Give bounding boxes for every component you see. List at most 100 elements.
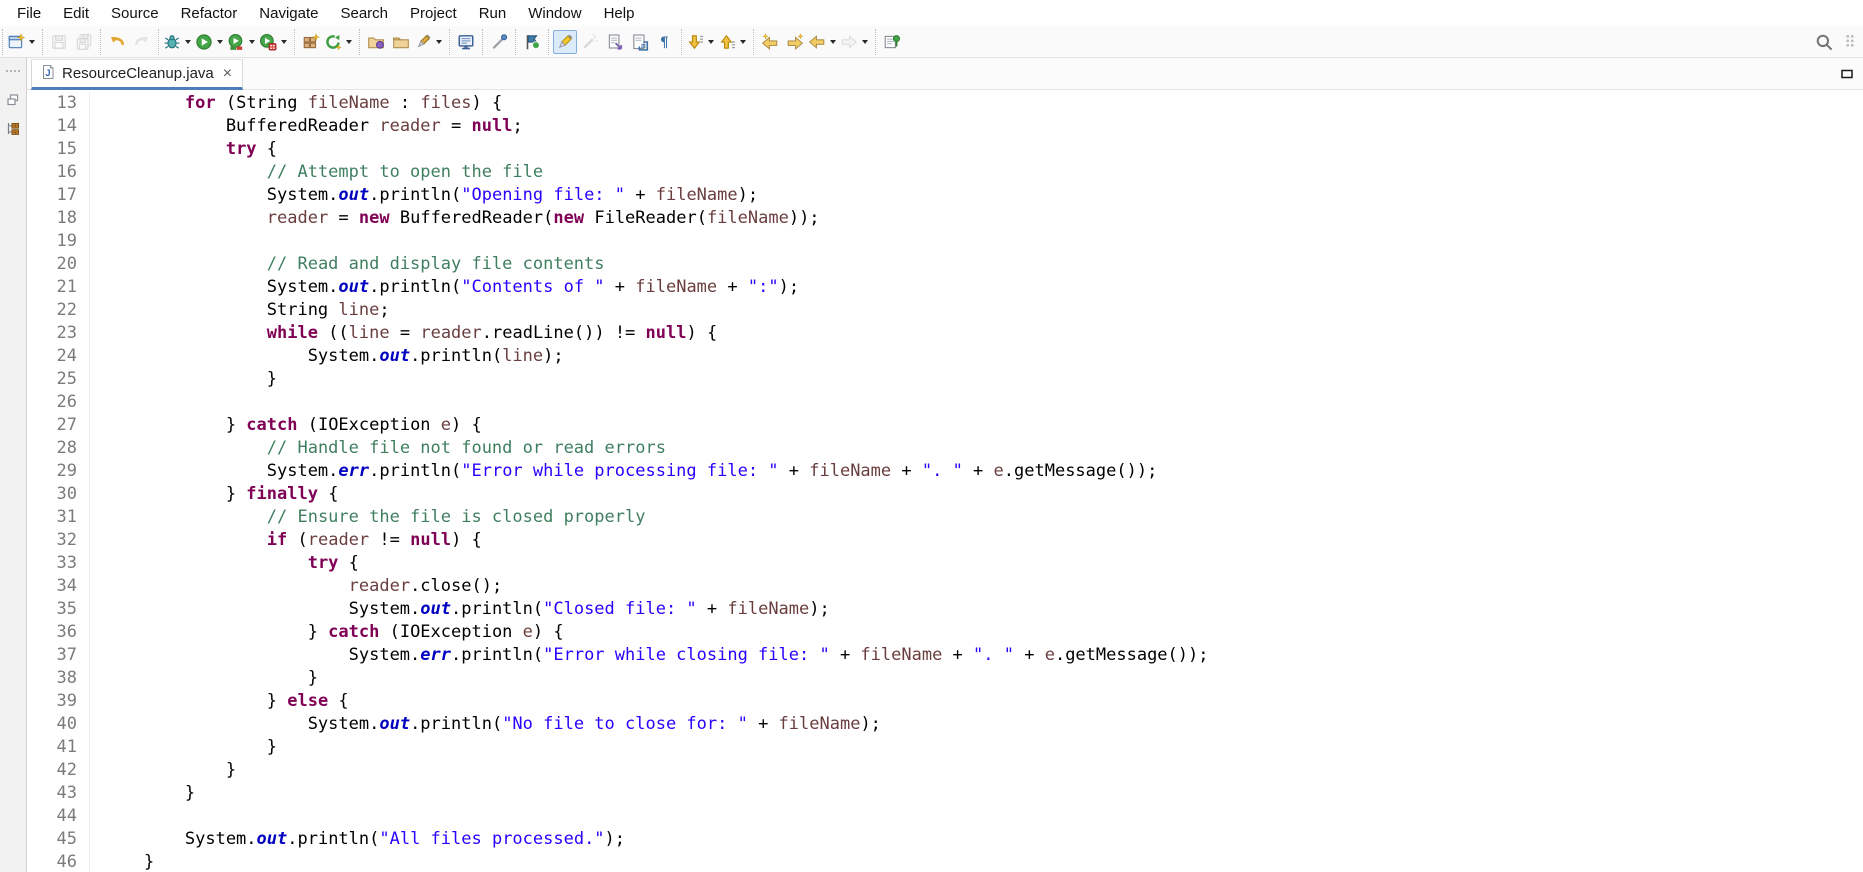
line-number[interactable]: 38 [27, 667, 90, 690]
undo-button[interactable] [105, 30, 129, 54]
restore-view-button[interactable] [3, 90, 23, 110]
line-number[interactable]: 22 [27, 299, 90, 322]
code-line[interactable]: 32 if (reader != null) { [27, 529, 1863, 552]
code-line[interactable]: 19 [27, 230, 1863, 253]
code-line[interactable]: 39 } else { [27, 690, 1863, 713]
code-line[interactable]: 16 // Attempt to open the file [27, 161, 1863, 184]
external-tools-button[interactable] [414, 30, 445, 54]
code-line[interactable]: 44 [27, 805, 1863, 828]
tab-resourcecleanup-java[interactable]: J ResourceCleanup.java × [31, 59, 244, 90]
line-number[interactable]: 45 [27, 828, 90, 851]
menu-search[interactable]: Search [329, 3, 399, 24]
menu-window[interactable]: Window [517, 3, 592, 24]
line-number[interactable]: 17 [27, 184, 90, 207]
line-number[interactable]: 43 [27, 782, 90, 805]
line-number[interactable]: 23 [27, 322, 90, 345]
code-line[interactable]: 23 while ((line = reader.readLine()) != … [27, 322, 1863, 345]
menu-refactor[interactable]: Refactor [170, 3, 249, 24]
previous-annotation-button[interactable] [718, 30, 749, 54]
code-line[interactable]: 27 } catch (IOException e) { [27, 414, 1863, 437]
line-number[interactable]: 39 [27, 690, 90, 713]
last-edit-location-button[interactable] [758, 30, 782, 54]
code-line[interactable]: 40 System.out.println("No file to close … [27, 713, 1863, 736]
line-number[interactable]: 28 [27, 437, 90, 460]
code-line[interactable]: 26 [27, 391, 1863, 414]
menu-help[interactable]: Help [593, 3, 646, 24]
pin-editor-button[interactable] [880, 30, 904, 54]
code-line[interactable]: 14 BufferedReader reader = null; [27, 115, 1863, 138]
code-line[interactable]: 20 // Read and display file contents [27, 253, 1863, 276]
line-number[interactable]: 40 [27, 713, 90, 736]
code-line[interactable]: 24 System.out.println(line); [27, 345, 1863, 368]
code-editor[interactable]: 13 for (String fileName : files) {14 Buf… [27, 90, 1863, 872]
new-wizard-button[interactable] [7, 30, 38, 54]
code-line[interactable]: 36 } catch (IOException e) { [27, 621, 1863, 644]
code-line[interactable]: 25 } [27, 368, 1863, 391]
open-resource-button[interactable] [389, 30, 413, 54]
run-dropdown-icon[interactable] [217, 39, 223, 44]
line-number[interactable]: 19 [27, 230, 90, 253]
mark-occurrences-button[interactable] [553, 29, 577, 54]
line-number[interactable]: 31 [27, 506, 90, 529]
run-last-tool-dropdown-icon[interactable] [346, 39, 352, 44]
forward-dropdown-icon[interactable] [862, 39, 868, 44]
line-number[interactable]: 15 [27, 138, 90, 161]
external-tools-dropdown-icon[interactable] [436, 39, 442, 44]
code-line[interactable]: 43 } [27, 782, 1863, 805]
code-line[interactable]: 35 System.out.println("Closed file: " + … [27, 598, 1863, 621]
line-number[interactable]: 35 [27, 598, 90, 621]
menu-file[interactable]: File [6, 3, 52, 24]
line-number[interactable]: 42 [27, 759, 90, 782]
inspect-button[interactable] [487, 30, 511, 54]
code-line[interactable]: 33 try { [27, 552, 1863, 575]
code-line[interactable]: 15 try { [27, 138, 1863, 161]
line-number[interactable]: 13 [27, 92, 90, 115]
line-number[interactable]: 25 [27, 368, 90, 391]
next-task-button[interactable] [520, 30, 544, 54]
code-line[interactable]: 13 for (String fileName : files) { [27, 92, 1863, 115]
next-annotation-button[interactable] [686, 30, 717, 54]
search-button[interactable] [1812, 30, 1836, 54]
code-line[interactable]: 28 // Handle file not found or read erro… [27, 437, 1863, 460]
package-explorer-button[interactable] [3, 119, 23, 139]
code-line[interactable]: 21 System.out.println("Contents of " + f… [27, 276, 1863, 299]
profile-dropdown-icon[interactable] [281, 39, 287, 44]
code-line[interactable]: 38 } [27, 667, 1863, 690]
line-number[interactable]: 29 [27, 460, 90, 483]
code-line[interactable]: 18 reader = new BufferedReader(new FileR… [27, 207, 1863, 230]
next-annotation-dropdown-icon[interactable] [708, 39, 714, 44]
coverage-button[interactable] [227, 30, 258, 54]
previous-annotation-dropdown-icon[interactable] [740, 39, 746, 44]
run-button[interactable] [195, 30, 226, 54]
open-console-button[interactable] [454, 30, 478, 54]
line-number[interactable]: 33 [27, 552, 90, 575]
line-number[interactable]: 20 [27, 253, 90, 276]
line-number[interactable]: 37 [27, 644, 90, 667]
show-source-button[interactable] [628, 30, 652, 54]
run-last-tool-button[interactable] [324, 30, 355, 54]
menu-project[interactable]: Project [399, 3, 468, 24]
new-wizard-dropdown-icon[interactable] [29, 39, 35, 44]
close-tab-icon[interactable]: × [223, 65, 232, 82]
open-task-button[interactable] [603, 30, 627, 54]
line-number[interactable]: 27 [27, 414, 90, 437]
back-dropdown-icon[interactable] [830, 39, 836, 44]
new-java-project-button[interactable] [299, 30, 323, 54]
import-wizard-button[interactable] [364, 30, 388, 54]
menu-source[interactable]: Source [100, 3, 170, 24]
menu-run[interactable]: Run [468, 3, 518, 24]
line-number[interactable]: 44 [27, 805, 90, 828]
code-line[interactable]: 41 } [27, 736, 1863, 759]
next-edit-location-button[interactable] [783, 30, 807, 54]
debug-button[interactable] [163, 30, 194, 54]
code-line[interactable]: 45 System.out.println("All files process… [27, 828, 1863, 851]
profile-button[interactable] [259, 30, 290, 54]
line-number[interactable]: 24 [27, 345, 90, 368]
line-number[interactable]: 26 [27, 391, 90, 414]
line-number[interactable]: 41 [27, 736, 90, 759]
line-number[interactable]: 30 [27, 483, 90, 506]
code-line[interactable]: 22 String line; [27, 299, 1863, 322]
menu-edit[interactable]: Edit [52, 3, 100, 24]
line-number[interactable]: 18 [27, 207, 90, 230]
show-whitespace-button[interactable]: ¶ [653, 30, 677, 54]
